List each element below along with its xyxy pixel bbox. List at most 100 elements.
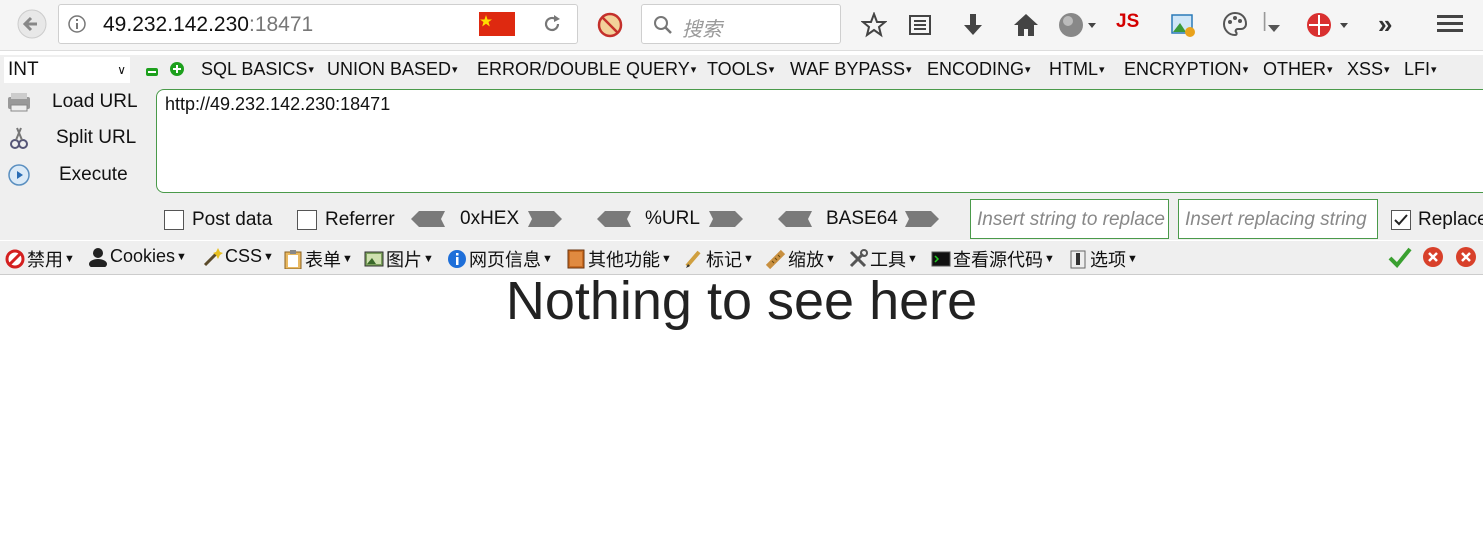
- star-icon[interactable]: [860, 11, 888, 43]
- caret-icon: ▼: [542, 253, 553, 265]
- hex-decode-arrow-icon[interactable]: [411, 211, 445, 227]
- caret-icon: ▼: [825, 253, 836, 265]
- wd-outline-menu[interactable]: 标记 ▼: [684, 246, 754, 272]
- separator: |: [1262, 10, 1268, 32]
- search-placeholder: 搜索: [682, 19, 722, 41]
- caret-icon: ▼: [661, 253, 672, 265]
- hex-label: 0xHEX: [460, 208, 520, 229]
- wd-cookies-label: Cookies: [110, 246, 176, 266]
- wd-page-info-label: 网页信息: [469, 250, 541, 270]
- reader-icon[interactable]: [908, 13, 932, 42]
- wd-css-menu[interactable]: CSS ▼: [203, 246, 274, 267]
- download-icon[interactable]: [961, 12, 985, 43]
- menu-html[interactable]: HTML: [1049, 59, 1105, 80]
- globe-icon[interactable]: [1058, 11, 1098, 44]
- book-icon: [567, 249, 585, 269]
- menu-icon[interactable]: [1437, 13, 1463, 40]
- menu-tools[interactable]: TOOLS: [707, 59, 774, 80]
- cookies-icon: [89, 247, 107, 267]
- flag-cn-icon: [479, 12, 515, 41]
- home-icon[interactable]: [1013, 12, 1039, 43]
- url-encode-label: %URL: [645, 208, 700, 229]
- post-data-label: Post data: [192, 209, 273, 230]
- menu-xss[interactable]: XSS: [1347, 59, 1390, 80]
- js-icon[interactable]: JS: [1116, 11, 1139, 33]
- chevron-down-icon: ∨: [117, 63, 126, 77]
- post-data-checkbox[interactable]: [164, 210, 184, 230]
- scissors-icon: [10, 127, 28, 149]
- replace-checkbox[interactable]: [1391, 210, 1411, 230]
- url-encode-arrow-icon[interactable]: [709, 211, 743, 227]
- menu-waf-bypass[interactable]: WAF BYPASS: [790, 59, 912, 80]
- minus-icon[interactable]: [146, 64, 158, 82]
- image-icon: [364, 251, 384, 267]
- terminal-icon: [931, 251, 951, 267]
- wd-options-label: 选项: [1090, 250, 1126, 270]
- wd-disable-menu[interactable]: 禁用 ▼: [5, 246, 75, 272]
- page-heading: Nothing to see here: [505, 271, 978, 331]
- execute-button[interactable]: Execute: [4, 160, 144, 192]
- split-url-label: Split URL: [56, 127, 137, 148]
- hackbar-body: Load URL Split URL Execute http://49.232…: [0, 85, 1483, 240]
- wd-forms-menu[interactable]: 表单 ▼: [283, 246, 353, 272]
- overflow-icon[interactable]: »: [1378, 9, 1392, 40]
- wd-tools-menu[interactable]: 工具 ▼: [848, 246, 918, 272]
- caret-icon: ▼: [342, 253, 353, 265]
- ruler-icon: [766, 249, 786, 269]
- execute-label: Execute: [59, 164, 128, 185]
- hex-encode-arrow-icon[interactable]: [528, 211, 562, 227]
- chevron-down-icon[interactable]: [1268, 20, 1280, 38]
- noscript-icon[interactable]: [597, 12, 623, 43]
- wd-page-info-menu[interactable]: 网页信息 ▼: [447, 246, 553, 272]
- menu-error-double-query[interactable]: ERROR/DOUBLE QUERY: [477, 59, 696, 80]
- base64-encode-arrow-icon[interactable]: [905, 211, 939, 227]
- caret-icon: ▼: [1044, 253, 1055, 265]
- info-icon[interactable]: [67, 14, 87, 39]
- reload-icon[interactable]: [541, 13, 563, 40]
- wd-tools-label: 工具: [870, 250, 906, 270]
- plus-icon[interactable]: [170, 62, 184, 81]
- image-icon[interactable]: [1170, 12, 1196, 43]
- replacing-string-input[interactable]: Insert replacing string: [1178, 199, 1378, 239]
- search-box[interactable]: 搜索: [641, 4, 841, 44]
- wand-icon: [203, 247, 223, 266]
- type-select[interactable]: INT ∨: [4, 57, 130, 83]
- wd-misc-menu[interactable]: 其他功能 ▼: [566, 246, 672, 272]
- load-url-icon: [8, 93, 30, 112]
- replace-string-input[interactable]: Insert string to replace: [970, 199, 1169, 239]
- close-icon[interactable]: [1455, 246, 1477, 273]
- load-url-button[interactable]: Load URL: [4, 87, 144, 119]
- wd-view-source-menu[interactable]: 查看源代码 ▼: [931, 246, 1055, 272]
- validate-check-icon[interactable]: [1388, 246, 1412, 273]
- error-icon[interactable]: [1422, 246, 1444, 273]
- wd-resize-menu[interactable]: 缩放 ▼: [766, 246, 836, 272]
- hackbar-icon[interactable]: [1304, 11, 1352, 44]
- wd-options-menu[interactable]: 选项 ▼: [1068, 246, 1138, 272]
- menu-encryption[interactable]: ENCRYPTION: [1124, 59, 1248, 80]
- referrer-checkbox[interactable]: [297, 210, 317, 230]
- pencil-icon: [685, 250, 701, 268]
- referrer-label: Referrer: [325, 209, 395, 230]
- menu-sql-basics[interactable]: SQL BASICS: [201, 59, 314, 80]
- wd-cookies-menu[interactable]: Cookies ▼: [88, 246, 187, 267]
- menu-other[interactable]: OTHER: [1263, 59, 1333, 80]
- hackbar-menu: INT ∨ SQL BASICS UNION BASED ERROR/DOUBL…: [0, 55, 1483, 85]
- url-textarea[interactable]: http://49.232.142.230:18471: [156, 89, 1483, 193]
- url-text[interactable]: 49.232.142.230:18471: [103, 13, 313, 37]
- url-port: :18471: [248, 13, 314, 36]
- palette-icon[interactable]: [1222, 11, 1248, 42]
- base64-decode-arrow-icon[interactable]: [778, 211, 812, 227]
- split-url-button[interactable]: Split URL: [4, 123, 144, 155]
- url-bar[interactable]: 49.232.142.230:18471: [58, 4, 578, 44]
- search-icon: [652, 14, 674, 41]
- menu-union-based[interactable]: UNION BASED: [327, 59, 458, 80]
- back-icon[interactable]: [14, 6, 50, 42]
- menu-lfi[interactable]: LFI: [1404, 59, 1437, 80]
- wd-outline-label: 标记: [706, 250, 742, 270]
- url-decode-arrow-icon[interactable]: [597, 211, 631, 227]
- menu-encoding[interactable]: ENCODING: [927, 59, 1031, 80]
- wd-images-menu[interactable]: 图片 ▼: [364, 246, 434, 272]
- base64-label: BASE64: [826, 208, 898, 229]
- url-host: 49.232.142.230: [103, 13, 249, 36]
- tools-icon: [849, 249, 868, 268]
